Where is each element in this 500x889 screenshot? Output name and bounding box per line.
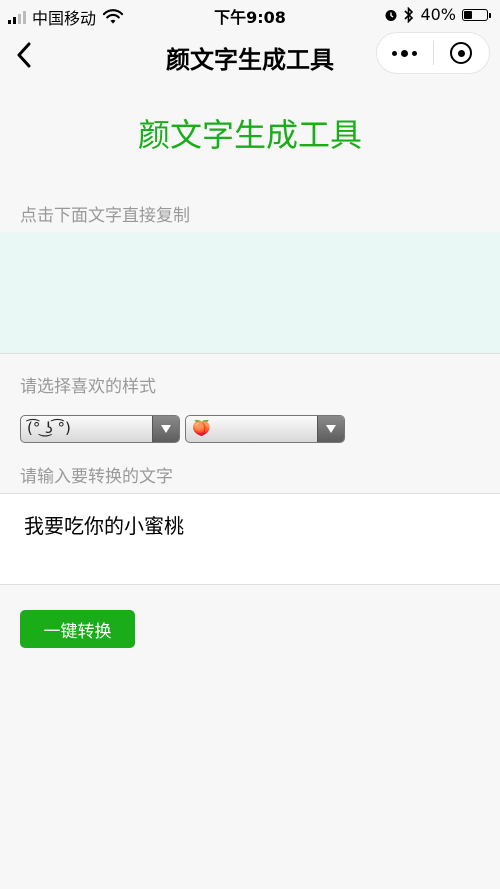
style-label: 请选择喜欢的样式 [20, 377, 156, 397]
output-area[interactable] [0, 232, 500, 354]
text-input[interactable]: 我要吃你的小蜜桃 [0, 493, 500, 585]
input-label: 请输入要转换的文字 [20, 467, 173, 487]
page-heading: 颜文字生成工具 [137, 116, 362, 154]
emoji-style-select[interactable]: 🍑 [185, 415, 345, 443]
battery-percent: 40% [420, 5, 456, 24]
dropdown-arrow-icon [317, 416, 344, 442]
face-style-select[interactable]: (͡° ͜ʖ ͡°) [20, 415, 180, 443]
dropdown-arrow-icon [152, 416, 179, 442]
miniapp-capsule [376, 32, 490, 74]
nav-bar: 颜文字生成工具 [0, 28, 500, 82]
bluetooth-icon [404, 6, 414, 23]
status-right: 40% [384, 5, 491, 24]
more-dots-icon [392, 49, 418, 57]
target-circle-icon [450, 42, 473, 64]
copy-hint-label: 点击下面文字直接复制 [20, 206, 190, 226]
text-input-value: 我要吃你的小蜜桃 [24, 514, 184, 538]
close-miniapp-button[interactable] [434, 33, 490, 73]
more-button[interactable] [377, 33, 433, 73]
face-style-value: (͡° ͜ʖ ͡°) [27, 419, 71, 437]
emoji-style-value: 🍑 [192, 419, 211, 437]
battery-icon [462, 8, 491, 21]
convert-button[interactable]: 一键转换 [20, 610, 135, 648]
battery-level [464, 10, 473, 19]
status-bar: 中国移动 下午9:08 40% [0, 0, 500, 28]
alarm-icon [385, 9, 397, 21]
